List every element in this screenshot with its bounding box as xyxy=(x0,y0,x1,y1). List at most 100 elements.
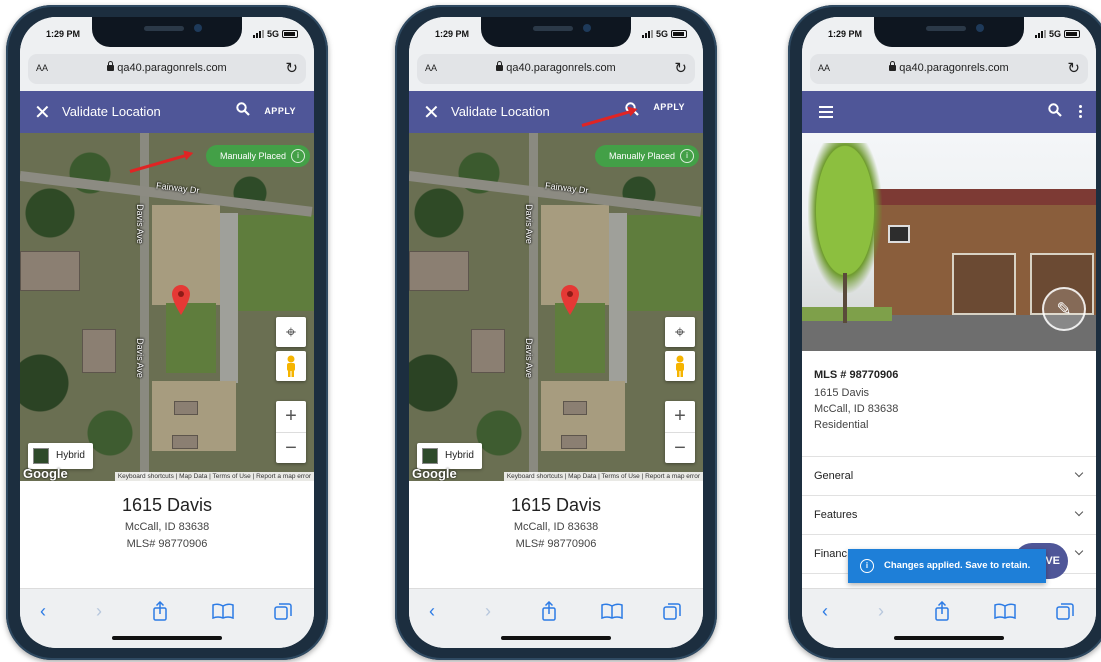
app-header xyxy=(802,91,1096,133)
apply-button[interactable]: APPLY xyxy=(653,102,685,112)
network-type: 5G xyxy=(266,29,279,39)
address-street: 1615 Davis xyxy=(121,495,213,515)
pegman-icon[interactable] xyxy=(665,351,695,381)
map-footer: Google Keyboard shortcuts | Map Data | T… xyxy=(409,466,703,481)
street-label: Davis Ave xyxy=(523,338,534,378)
location-status-badge[interactable]: Manually Placed i xyxy=(594,145,699,167)
mls-number: MLS# 98770906 xyxy=(126,538,208,550)
address-city: McCall, ID 83638 xyxy=(513,521,599,533)
location-status-badge[interactable]: Manually Placed i xyxy=(205,145,310,167)
url-display[interactable]: qa40.paragonrels.com xyxy=(28,61,306,74)
locate-icon[interactable]: ⌖ xyxy=(276,317,306,347)
browser-toolbar: ‹ › xyxy=(802,588,1096,648)
zoom-controls: + − xyxy=(276,401,306,463)
edit-photo-icon[interactable]: ✎ xyxy=(1042,287,1086,331)
building-roof xyxy=(563,401,587,415)
section-features[interactable]: Features xyxy=(802,496,1096,535)
bookmarks-icon[interactable] xyxy=(994,603,1016,619)
notch xyxy=(92,17,242,47)
browser-toolbar: ‹ › xyxy=(20,588,314,648)
search-icon[interactable] xyxy=(236,102,250,116)
status-time: 1:29 PM xyxy=(435,29,470,39)
battery-icon xyxy=(671,30,687,38)
grass-field xyxy=(625,215,703,311)
apply-button[interactable]: APPLY xyxy=(264,106,296,116)
share-icon[interactable] xyxy=(934,601,950,621)
battery-icon xyxy=(282,30,298,38)
section-general[interactable]: General xyxy=(802,457,1096,496)
listing-photo[interactable]: ✎ xyxy=(802,133,1096,351)
building-roof xyxy=(20,251,80,291)
back-icon[interactable]: ‹ xyxy=(429,601,435,622)
address-panel: 1615 Davis McCall, ID 83638 MLS# 9877090… xyxy=(20,481,314,591)
zoom-out-icon[interactable]: − xyxy=(276,432,306,463)
map-type-label: Hybrid xyxy=(445,450,474,461)
notch xyxy=(481,17,631,47)
lock-icon xyxy=(496,61,504,71)
back-icon[interactable]: ‹ xyxy=(822,601,828,622)
page-title: Validate Location xyxy=(451,104,550,119)
url-display[interactable]: qa40.paragonrels.com xyxy=(417,61,695,74)
bookmarks-icon[interactable] xyxy=(601,603,623,619)
notch xyxy=(874,17,1024,47)
back-icon[interactable]: ‹ xyxy=(40,601,46,622)
close-icon[interactable]: ✕ xyxy=(34,100,51,125)
menu-icon[interactable] xyxy=(819,106,833,121)
map-footer-links[interactable]: Keyboard shortcuts | Map Data | Terms of… xyxy=(503,472,703,481)
network-type: 5G xyxy=(655,29,668,39)
building-roof xyxy=(172,435,198,449)
tabs-icon[interactable] xyxy=(663,603,681,621)
url-field[interactable]: AA qa40.paragonrels.com ↻ xyxy=(28,54,306,84)
tabs-icon[interactable] xyxy=(274,603,292,621)
url-field[interactable]: AA qa40.paragonrels.com ↻ xyxy=(810,54,1088,84)
satellite-map[interactable]: Fairway Dr Davis Ave Davis Ave Manually … xyxy=(409,133,703,481)
map-footer-links[interactable]: Keyboard shortcuts | Map Data | Terms of… xyxy=(114,472,314,481)
map-type-thumbnail xyxy=(33,448,49,464)
reload-icon[interactable]: ↻ xyxy=(674,59,687,77)
zoom-out-icon[interactable]: − xyxy=(665,432,695,463)
chevron-down-icon xyxy=(1074,507,1084,517)
building-roof xyxy=(82,329,116,373)
listing-type: Residential xyxy=(814,419,869,431)
photo-tree xyxy=(808,143,882,293)
google-logo: Google xyxy=(412,466,457,481)
more-icon[interactable] xyxy=(1079,105,1082,120)
app-header: ✕ Validate Location APPLY xyxy=(20,91,314,133)
satellite-map[interactable]: Fairway Dr Davis Ave Davis Ave Manually … xyxy=(20,133,314,481)
share-icon[interactable] xyxy=(541,601,557,621)
info-icon[interactable]: i xyxy=(291,149,305,163)
url-text: qa40.paragonrels.com xyxy=(506,62,616,74)
forward-icon[interactable]: › xyxy=(878,601,884,622)
reload-icon[interactable]: ↻ xyxy=(1067,59,1080,77)
phone-3-screen: 1:29 PM 5G AA qa40.paragonrels.com ↻ ✎ M… xyxy=(802,17,1096,648)
forward-icon[interactable]: › xyxy=(485,601,491,622)
info-icon[interactable]: i xyxy=(680,149,694,163)
close-icon[interactable]: ✕ xyxy=(423,100,440,125)
section-label: General xyxy=(814,470,854,482)
reload-icon[interactable]: ↻ xyxy=(285,59,298,77)
pegman-icon[interactable] xyxy=(276,351,306,381)
toast-message: Changes applied. Save to retain. xyxy=(884,560,1031,571)
home-indicator xyxy=(894,636,1004,640)
tabs-icon[interactable] xyxy=(1056,603,1074,621)
bookmarks-icon[interactable] xyxy=(212,603,234,619)
url-display[interactable]: qa40.paragonrels.com xyxy=(810,61,1088,74)
zoom-in-icon[interactable]: + xyxy=(665,401,695,432)
listing-summary: MLS # 98770906 1615 Davis McCall, ID 836… xyxy=(802,351,1096,457)
url-text: qa40.paragonrels.com xyxy=(117,62,227,74)
search-icon[interactable] xyxy=(1048,103,1062,117)
map-pin-icon[interactable] xyxy=(172,285,190,315)
status-time: 1:29 PM xyxy=(46,29,81,39)
url-field[interactable]: AA qa40.paragonrels.com ↻ xyxy=(417,54,695,84)
map-pin-icon[interactable] xyxy=(561,285,579,315)
zoom-in-icon[interactable]: + xyxy=(276,401,306,432)
phone-2-screen: 1:29 PM 5G AA qa40.paragonrels.com ↻ ✕ V… xyxy=(409,17,703,648)
url-text: qa40.paragonrels.com xyxy=(899,62,1009,74)
share-icon[interactable] xyxy=(152,601,168,621)
location-status-label: Manually Placed xyxy=(219,151,286,161)
map-footer: Google Keyboard shortcuts | Map Data | T… xyxy=(20,466,314,481)
forward-icon[interactable]: › xyxy=(96,601,102,622)
info-icon: i xyxy=(860,559,874,573)
locate-icon[interactable]: ⌖ xyxy=(665,317,695,347)
map-type-label: Hybrid xyxy=(56,450,85,461)
